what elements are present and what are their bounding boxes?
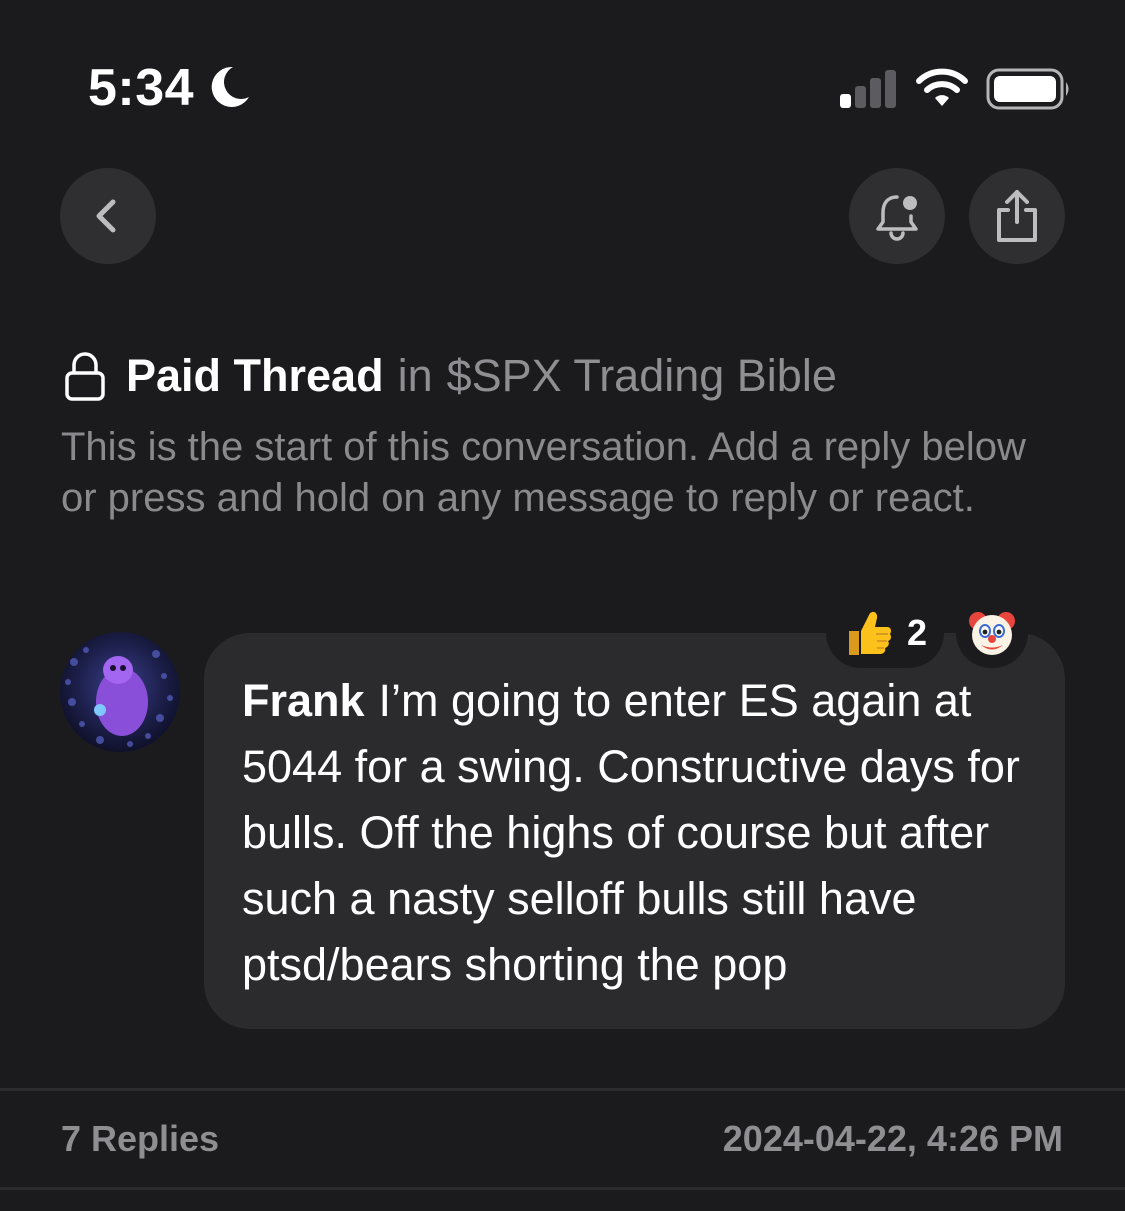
thread-description: This is the start of this conversation. … — [61, 425, 1026, 520]
avatar-image — [60, 632, 180, 752]
message-bubble[interactable]: Frank I’m going to enter ES again at 5044… — [204, 633, 1065, 1029]
message-author[interactable]: Frank — [242, 675, 365, 726]
message-timestamp: 2024-04-22, 4:26 PM — [722, 1118, 1063, 1159]
share-icon — [997, 190, 1037, 242]
message-body: Frank I’m going to enter ES again at 5044… — [242, 668, 1029, 998]
chevron-left-icon — [96, 199, 116, 233]
cellular-signal-icon — [840, 70, 896, 108]
bell-badge-icon — [876, 195, 918, 241]
reaction-count: 2 — [906, 612, 928, 653]
clown-face-icon — [969, 612, 1015, 655]
community-name[interactable]: $SPX Trading Bible — [447, 350, 837, 402]
replies-count[interactable]: 7 Replies — [61, 1118, 219, 1160]
avatar[interactable] — [60, 632, 180, 752]
lock-icon — [65, 352, 105, 401]
divider — [0, 1088, 1125, 1091]
wifi-icon — [916, 68, 968, 106]
notification-button[interactable] — [849, 168, 945, 264]
reaction-clown[interactable] — [956, 598, 1028, 668]
thread-header: Paid Thread in $SPX Trading Bible — [64, 346, 837, 406]
divider — [0, 1187, 1125, 1190]
share-button[interactable] — [969, 168, 1065, 264]
thread-screen: 5:34 Paid Thread in $SPX Trading Bible T… — [0, 0, 1125, 1211]
reaction-thumbs-up[interactable]: 2 — [826, 598, 944, 668]
status-time: 5:34 — [88, 59, 195, 117]
battery-icon — [986, 68, 1069, 110]
back-button[interactable] — [60, 168, 156, 264]
thread-in-label: in — [397, 350, 433, 401]
moon-icon — [211, 66, 249, 107]
thread-title: Paid Thread — [126, 350, 384, 401]
thumbs-up-icon — [848, 611, 892, 655]
